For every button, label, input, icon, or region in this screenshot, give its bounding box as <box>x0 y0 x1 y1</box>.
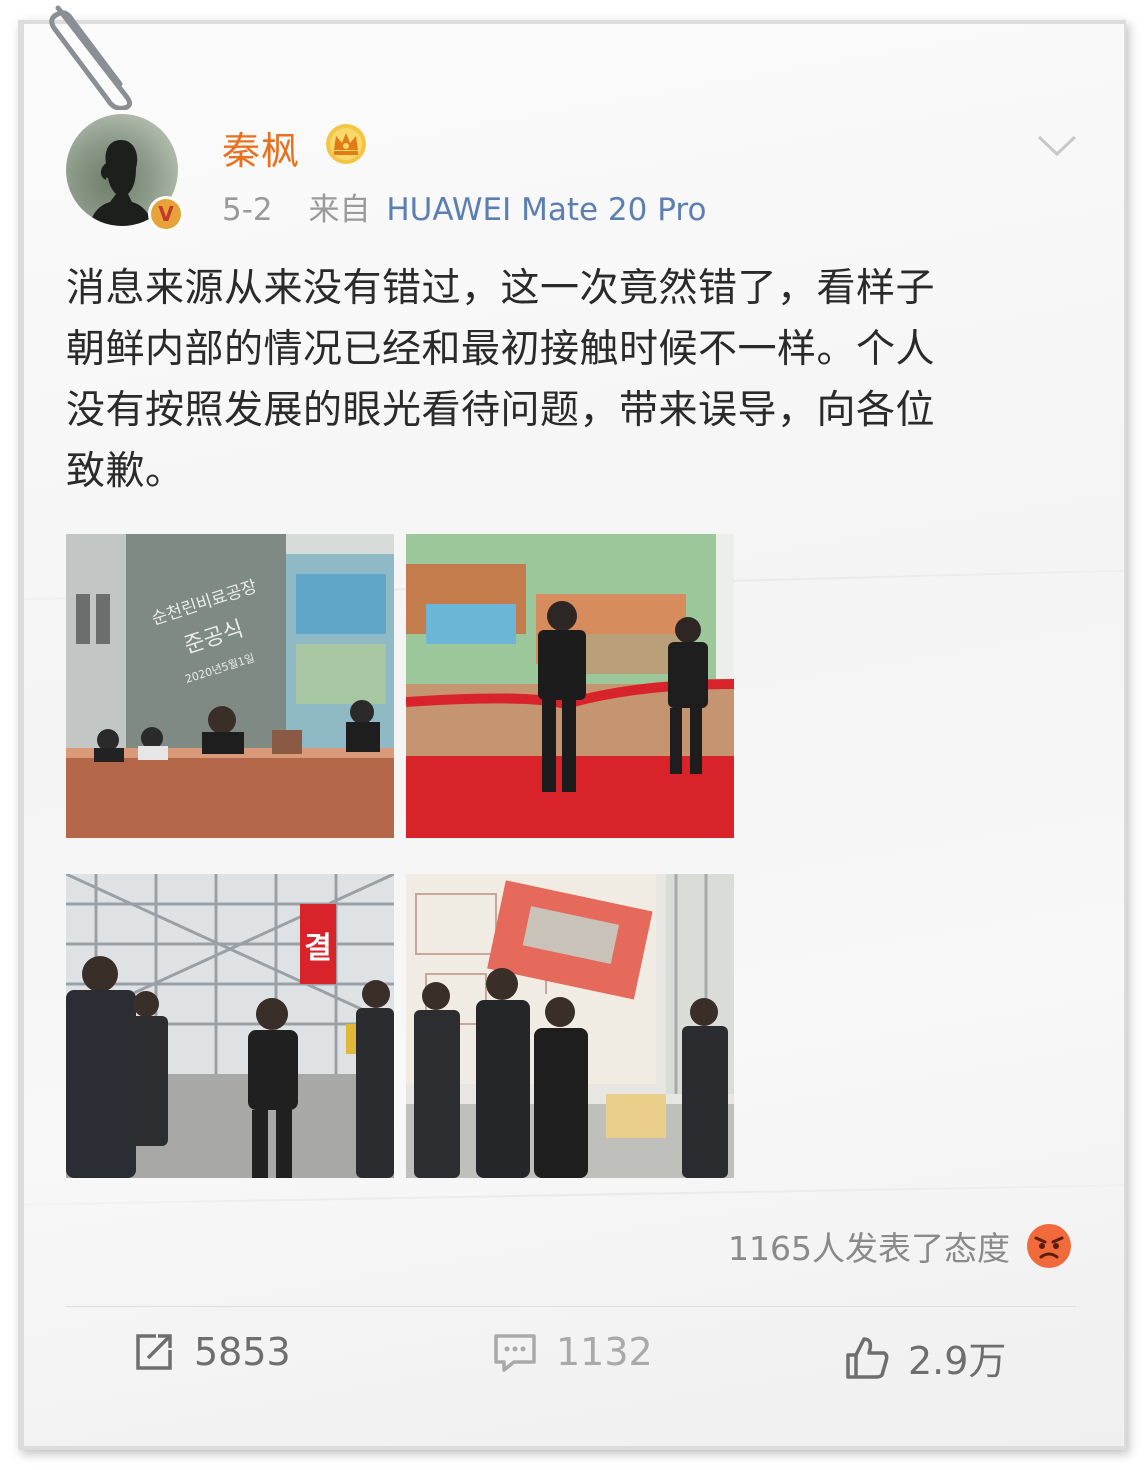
chevron-down-icon[interactable] <box>1036 134 1078 158</box>
repost-button[interactable]: 5853 <box>132 1330 291 1374</box>
reactions-label: 1165人发表了态度 <box>728 1229 1010 1268</box>
avatar-silhouette <box>89 140 153 226</box>
post-date: 5-2 <box>222 192 273 228</box>
comment-button[interactable]: 1132 <box>492 1330 653 1374</box>
angry-icon <box>1027 1224 1071 1268</box>
repost-icon <box>136 1334 172 1370</box>
like-button[interactable]: 2.9万 <box>844 1330 1006 1385</box>
source-prefix: 来自 <box>308 192 371 228</box>
photo-ceremony-stage[interactable]: 순천린비료공장 준공식 2020년5월1일 <box>66 534 394 838</box>
comment-icon <box>494 1334 536 1372</box>
source-device-link[interactable]: HUAWEI Mate 20 Pro <box>386 192 706 228</box>
thumbs-up-icon <box>846 1336 889 1379</box>
reactions-summary[interactable]: 1165人发表了态度 <box>728 1222 1072 1270</box>
divider <box>66 1306 1076 1307</box>
repost-count: 5853 <box>194 1330 291 1374</box>
post-text-line: 消息来源从来没有错过，这一次竟然错了，看样子 <box>66 266 936 311</box>
photo-grid: 순천린비료공장 준공식 2020년5월1일 결 <box>66 534 734 1180</box>
comment-count: 1132 <box>556 1330 653 1374</box>
action-bar: 5853 1132 2.9万 <box>52 1330 1090 1394</box>
post-text-line: 朝鲜内部的情况已经和最初接触时候不一样。个人 <box>66 327 936 372</box>
post-text-line: 没有按照发展的眼光看待问题，带来误导，向各位 <box>66 388 936 433</box>
post-meta: 5-2 来自 HUAWEI Mate 20 Pro <box>222 184 706 229</box>
photo-model-inspection[interactable] <box>406 874 734 1178</box>
photo-ribbon-cutting[interactable] <box>406 534 734 838</box>
author-name[interactable]: 秦枫 <box>222 120 300 175</box>
paperclip-icon <box>49 5 132 110</box>
photo-factory-visit[interactable]: 결 <box>66 874 394 1178</box>
verified-badge: V <box>148 196 184 232</box>
post-text-line: 致歉。 <box>66 449 185 494</box>
weibo-post: V 秦枫 5-2 来自 HUAWEI Mate 20 Pro 消息来源从来没有错… <box>52 56 1090 1406</box>
post-text: 消息来源从来没有错过，这一次竟然错了，看样子 朝鲜内部的情况已经和最初接触时候不… <box>66 258 1066 502</box>
crown-icon[interactable] <box>324 122 368 166</box>
sign-text: 결 <box>304 931 332 966</box>
like-count: 2.9万 <box>908 1339 1007 1383</box>
